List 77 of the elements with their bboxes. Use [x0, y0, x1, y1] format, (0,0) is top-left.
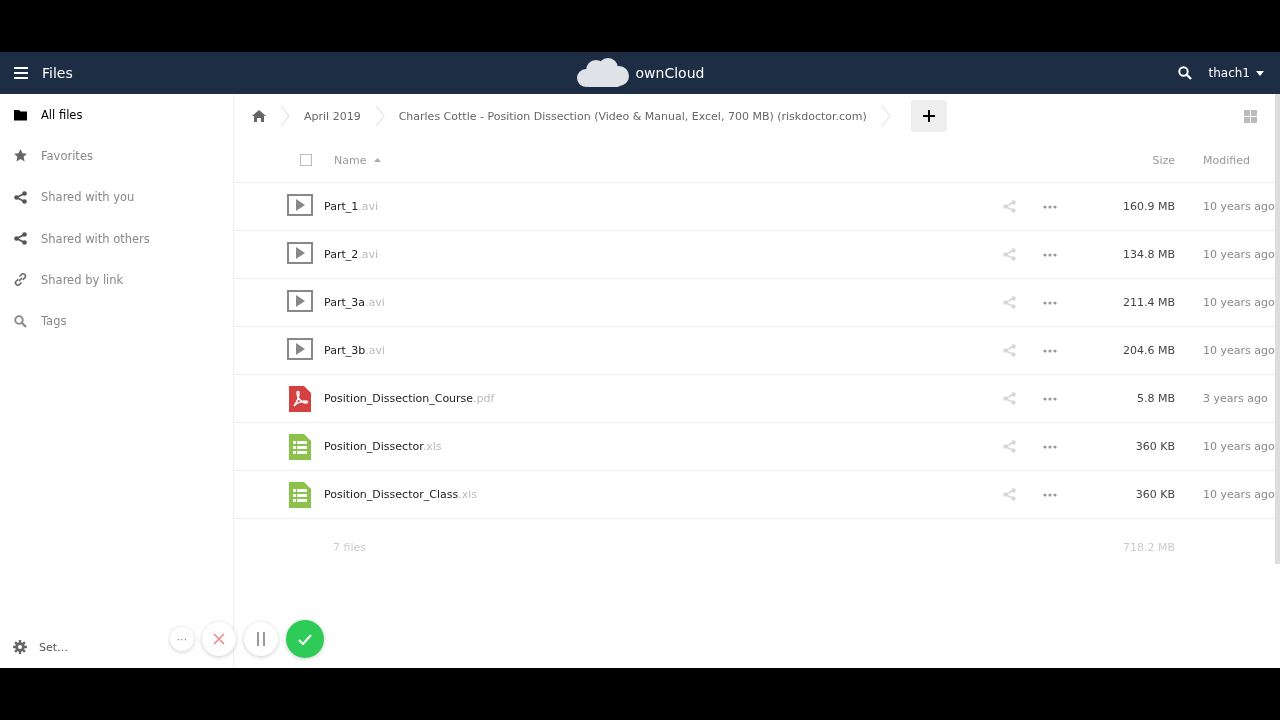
sidebar-item[interactable]: All files	[0, 94, 233, 136]
sidebar-item[interactable]: Shared with you	[0, 176, 233, 218]
file-name[interactable]: Part_3a.avi	[324, 296, 385, 309]
modified-time: 10 years ago	[1202, 488, 1275, 501]
spreadsheet-file-icon[interactable]	[287, 481, 313, 508]
link-icon	[14, 273, 27, 287]
select-all-checkbox[interactable]	[300, 154, 312, 166]
check-icon	[298, 633, 312, 645]
sidebar-item[interactable]: Favorites	[0, 135, 233, 177]
file-name[interactable]: Position_Dissector_Class.xls	[324, 488, 477, 501]
more-icon[interactable]	[1043, 252, 1057, 257]
share-icon[interactable]	[1003, 392, 1016, 405]
modified-time: 10 years ago	[1202, 440, 1275, 453]
file-name[interactable]: Part_3b.avi	[324, 344, 385, 357]
file-size: 360 KB	[1134, 488, 1175, 501]
breadcrumb-link[interactable]: April 2019	[304, 109, 361, 123]
pdf-file-icon[interactable]	[287, 385, 313, 412]
cancel-button[interactable]	[202, 622, 236, 656]
file-size: 204.6 MB	[1121, 344, 1175, 357]
pause-button[interactable]	[244, 622, 278, 656]
folder-icon	[14, 108, 27, 122]
sidebar-item[interactable]: Tags	[0, 300, 233, 342]
star-icon	[14, 149, 27, 163]
sidebar-item[interactable]: Shared with others	[0, 217, 233, 260]
chevron-icon	[280, 106, 290, 126]
spreadsheet-file-icon[interactable]	[287, 433, 313, 460]
more-icon[interactable]	[1043, 444, 1057, 449]
more-icon[interactable]	[1043, 492, 1057, 497]
caret-icon	[1256, 70, 1264, 76]
settings-button[interactable]: Set…	[0, 640, 73, 654]
close-icon	[213, 633, 225, 645]
breadcrumb-link[interactable]: Charles Cottle - Position Dissection (Video & Manual, Excel, 700 MB) (riskdoctor.com)	[398, 109, 867, 123]
more-icon[interactable]	[1043, 396, 1057, 401]
app-title[interactable]: Files	[42, 65, 73, 81]
file-name[interactable]: Position_Dissection_Course.pdf	[324, 392, 495, 405]
file-size: 211.4 MB	[1121, 296, 1175, 309]
search-icon	[14, 314, 27, 328]
done-button[interactable]	[286, 620, 324, 658]
file-size: 5.8 MB	[1135, 392, 1175, 405]
share-icon[interactable]	[1003, 296, 1016, 309]
modified-time: 3 years ago	[1202, 392, 1269, 405]
share-icon[interactable]	[1003, 200, 1016, 213]
file-name[interactable]: Part_1.avi	[324, 200, 379, 213]
scrollbar[interactable]	[1275, 94, 1280, 564]
pause-icon	[256, 632, 266, 646]
user-menu[interactable]: thach1	[1208, 66, 1264, 80]
share-icon[interactable]	[1003, 488, 1016, 501]
modified-time: 10 years ago	[1202, 344, 1275, 357]
file-size: 160.9 MB	[1121, 200, 1175, 213]
home-icon[interactable]	[252, 110, 266, 122]
modified-time: 10 years ago	[1202, 248, 1275, 261]
file-name[interactable]: Position_Dissector.xls	[324, 440, 442, 453]
sidebar-item[interactable]: Shared by link	[0, 259, 233, 301]
more-icon[interactable]	[1043, 204, 1057, 209]
file-name[interactable]: Part_2.avi	[324, 248, 379, 261]
search-icon[interactable]	[1178, 66, 1193, 80]
gear-icon	[13, 640, 27, 654]
chevron-icon	[374, 106, 385, 126]
modified-time: 10 years ago	[1202, 296, 1275, 309]
share-icon[interactable]	[1003, 344, 1016, 357]
grid-view-icon[interactable]	[1244, 109, 1257, 123]
share-icon[interactable]	[1003, 440, 1016, 453]
new-button[interactable]	[910, 100, 947, 132]
share-icon[interactable]	[1003, 248, 1016, 261]
sort-up-icon[interactable]	[374, 158, 382, 162]
brand-name: ownCloud	[635, 65, 705, 81]
share-icon	[14, 232, 27, 246]
more-icon[interactable]	[1043, 348, 1057, 353]
chevron-icon	[880, 106, 891, 126]
modified-time: 10 years ago	[1202, 200, 1275, 213]
menu-icon[interactable]	[14, 67, 28, 79]
file-size: 134.8 MB	[1121, 248, 1175, 261]
file-size: 360 KB	[1134, 440, 1175, 453]
more-button[interactable]: ···	[170, 627, 194, 651]
share-icon	[14, 190, 27, 204]
more-icon[interactable]	[1043, 300, 1057, 305]
plus-icon	[922, 110, 935, 122]
